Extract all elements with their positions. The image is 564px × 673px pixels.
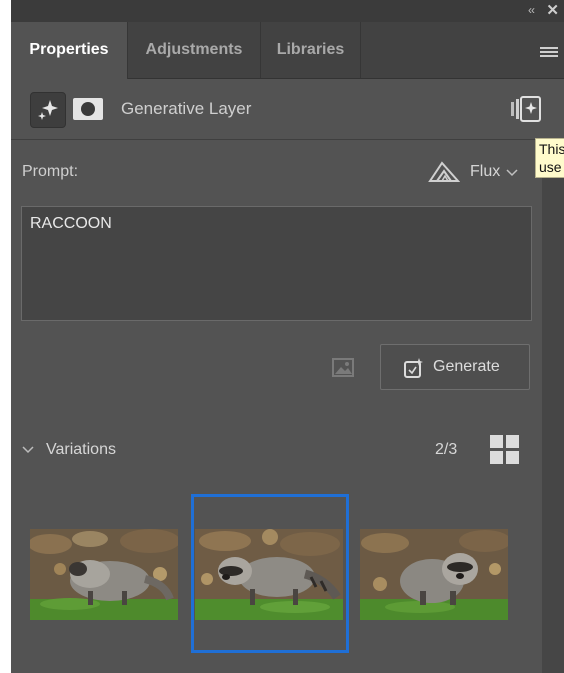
layer-name: Generative Layer [121, 99, 252, 118]
model-logo-icon [428, 161, 460, 182]
tab-libraries[interactable]: Libraries [261, 22, 361, 78]
prompt-input[interactable]: RACCOON [21, 206, 532, 321]
chevron-down-icon [506, 169, 518, 177]
layer-mask-icon[interactable] [73, 98, 103, 120]
tab-adjustments[interactable]: Adjustments [128, 22, 261, 78]
panel-title-strip: ‹‹ ✕ [11, 0, 564, 22]
variation-thumbnail-1[interactable] [30, 529, 178, 620]
variations-label: Variations [46, 441, 116, 458]
layer-row: Generative Layer [11, 79, 564, 140]
collapse-panel-button[interactable]: ‹‹ [528, 3, 535, 17]
generate-sparkle-icon [404, 358, 423, 378]
model-selector[interactable]: Flux [428, 158, 538, 186]
prompt-label: Prompt: [22, 163, 79, 180]
side-scroll-track [542, 140, 564, 673]
generative-layer-button[interactable] [30, 92, 66, 128]
chevron-down-icon [22, 446, 34, 454]
reference-image-icon[interactable] [331, 356, 357, 380]
grid-view-icon[interactable] [490, 435, 520, 465]
properties-panel: ‹‹ ✕ Properties Adjustments Libraries Ge… [11, 0, 564, 673]
variations-counter: 2/3 [435, 441, 458, 458]
panel-tabs: Properties Adjustments Libraries [11, 22, 564, 79]
sparkle-icon [38, 100, 58, 120]
tab-properties[interactable]: Properties [11, 22, 128, 79]
selected-variation-frame [191, 494, 349, 653]
generate-button[interactable]: Generate [380, 344, 530, 390]
generate-image-icon[interactable] [509, 94, 543, 124]
close-panel-button[interactable]: ✕ [546, 1, 559, 19]
variations-header[interactable]: Variations [22, 438, 222, 462]
model-name: Flux [470, 163, 501, 180]
panel-menu-icon[interactable] [540, 47, 558, 59]
variation-thumbnail-3[interactable] [360, 529, 508, 620]
generate-label: Generate [433, 358, 500, 375]
tooltip: This use [535, 138, 564, 178]
